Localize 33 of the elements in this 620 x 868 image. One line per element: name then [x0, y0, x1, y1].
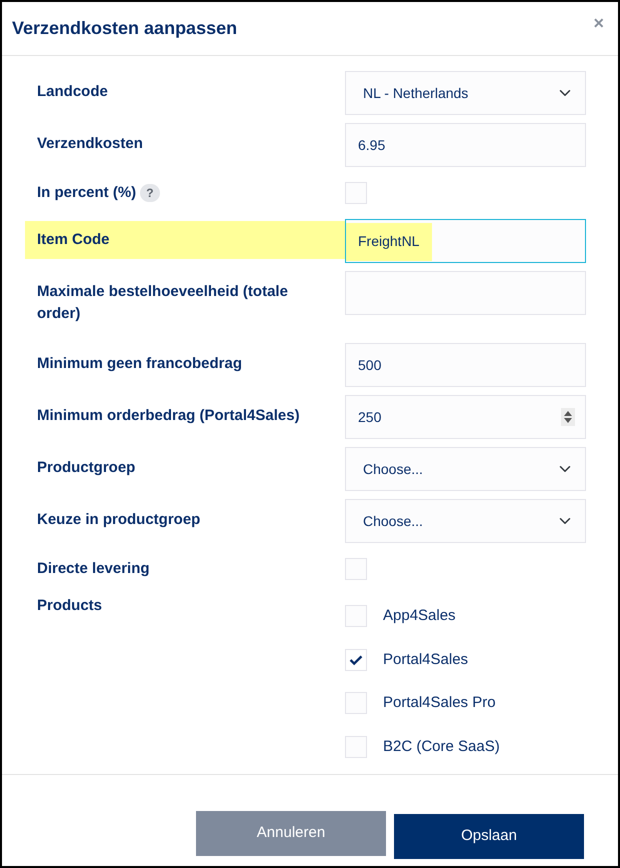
- checkbox[interactable]: [345, 648, 367, 671]
- select-field[interactable]: Choose...: [345, 499, 586, 543]
- save-button[interactable]: Opslaan: [394, 814, 584, 859]
- field-label: Products: [36, 596, 104, 616]
- select-field[interactable]: Choose...: [345, 447, 586, 491]
- checkbox[interactable]: [345, 692, 367, 714]
- input-field[interactable]: [345, 271, 586, 315]
- checkbox-label: Portal4Sales: [383, 650, 468, 670]
- help-icon[interactable]: ?: [140, 184, 160, 202]
- field-label: Verzendkosten: [36, 134, 144, 154]
- field-label: Productgroep: [36, 458, 136, 478]
- select-field[interactable]: NL - Netherlands: [345, 71, 586, 115]
- checkbox-label: Portal4Sales Pro: [383, 693, 496, 713]
- dialog-title: Verzendkosten aanpassen: [12, 18, 238, 40]
- input-field[interactable]: FreightNL: [345, 219, 586, 263]
- field-label: Landcode: [36, 82, 109, 102]
- field-label: Minimum orderbedrag (Portal4Sales): [36, 406, 301, 426]
- field-label: Directe levering: [36, 559, 151, 579]
- checkbox[interactable]: [345, 558, 367, 580]
- input-field[interactable]: 500: [345, 343, 586, 387]
- input-field[interactable]: 6.95: [345, 123, 586, 167]
- checkbox[interactable]: [345, 182, 367, 204]
- checkbox-label: App4Sales: [383, 606, 456, 626]
- checkbox[interactable]: [345, 605, 367, 628]
- spinner-icon[interactable]: [561, 408, 575, 426]
- checkbox-label: B2C (Core SaaS): [383, 736, 500, 756]
- checkbox[interactable]: [345, 736, 367, 758]
- field-label: Maximale bestelhoeveelheid (totale order): [36, 282, 289, 324]
- input-field[interactable]: 250: [345, 395, 586, 439]
- field-label: Item Code: [25, 221, 345, 259]
- field-label: In percent (%): [37, 183, 136, 203]
- field-label: Minimum geen francobedrag: [36, 354, 244, 374]
- field-label: Keuze in productgroep: [36, 510, 202, 530]
